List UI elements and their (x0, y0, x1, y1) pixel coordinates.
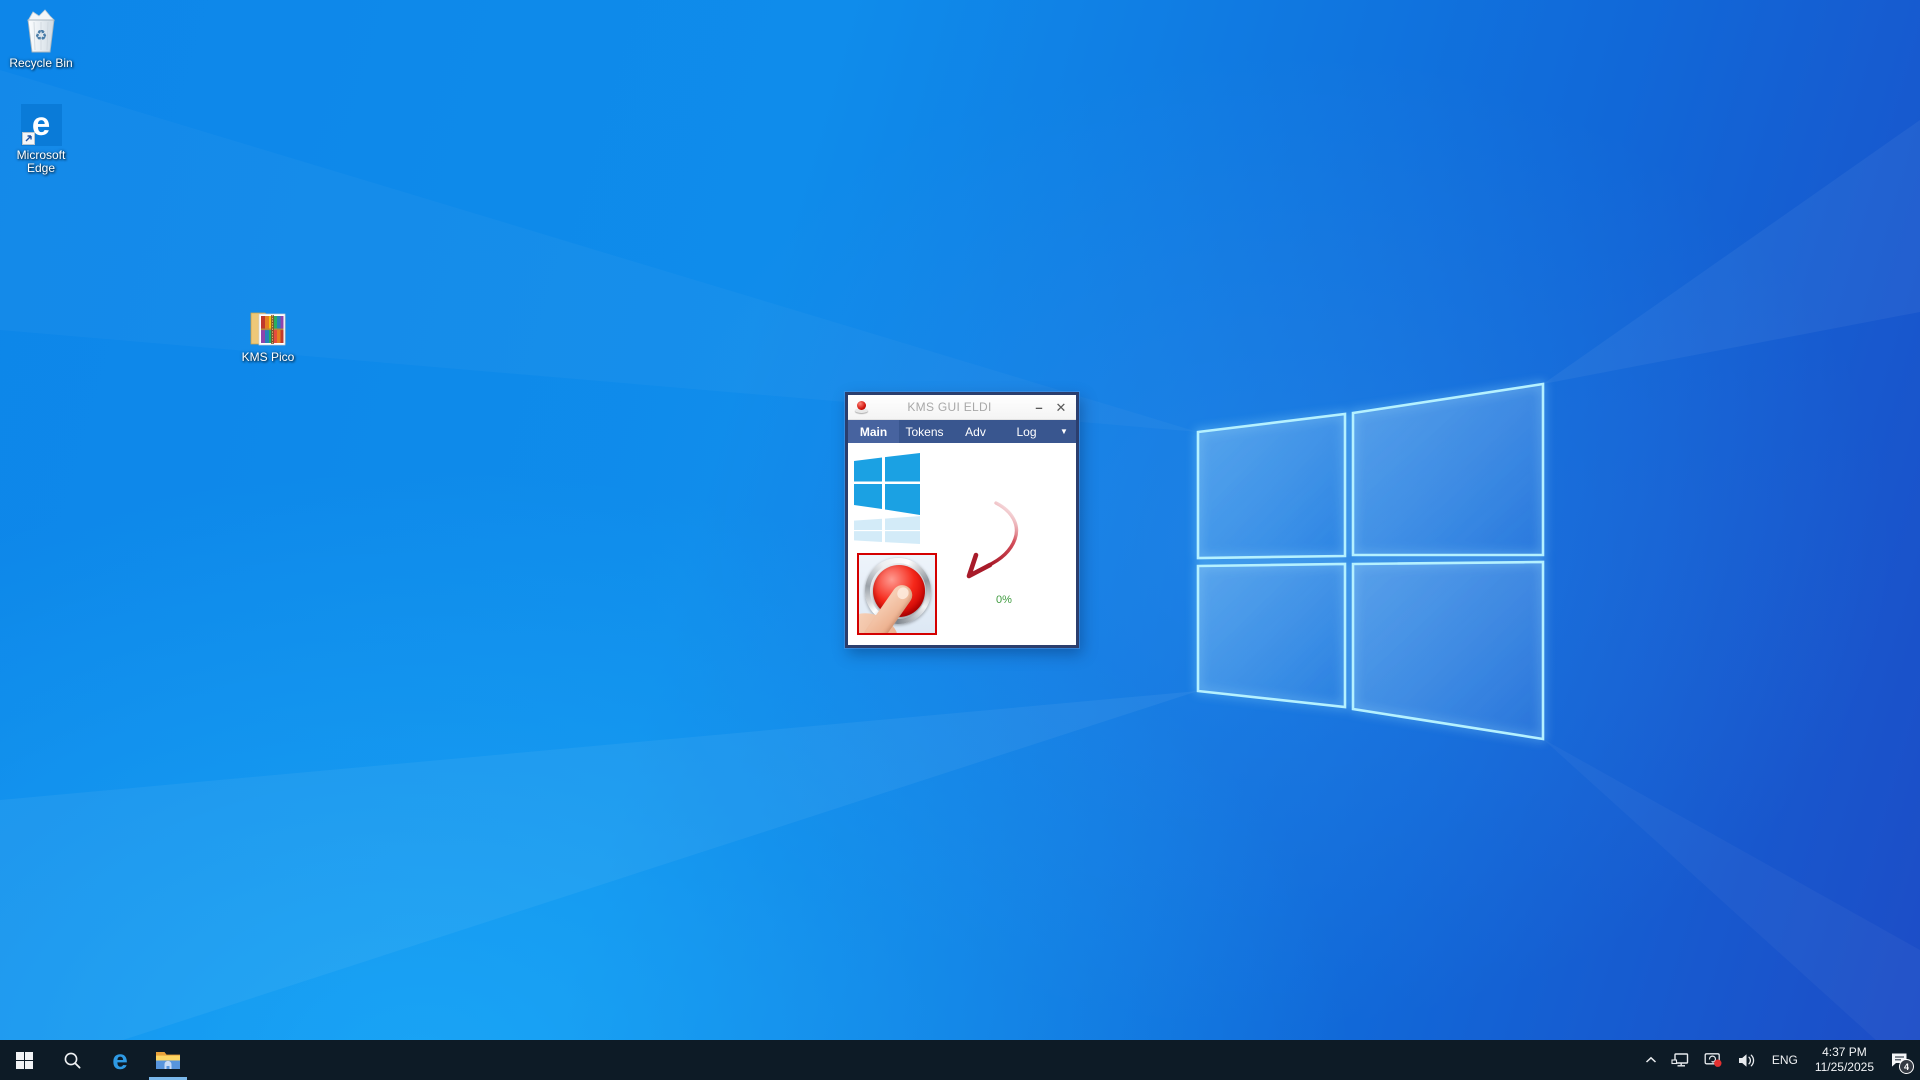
chevron-down-icon[interactable]: ▼ (1052, 420, 1076, 443)
desktop-icon-recycle-bin[interactable]: ♻ Recycle Bin (2, 8, 80, 70)
volume-tray-button[interactable] (1730, 1040, 1763, 1080)
tab-tokens[interactable]: Tokens (899, 420, 950, 443)
window-tabbar: Main Tokens Adv Log ▼ (848, 420, 1076, 443)
speaker-icon (1737, 1053, 1756, 1068)
windows-start-icon (16, 1052, 33, 1069)
action-center-button[interactable]: 4 (1882, 1040, 1920, 1080)
kmspico-app-icon (855, 401, 868, 413)
search-button[interactable] (48, 1040, 96, 1080)
network-ethernet-icon (1671, 1052, 1690, 1068)
network-tray-button[interactable] (1664, 1040, 1697, 1080)
search-icon (63, 1051, 82, 1070)
file-explorer-icon (155, 1049, 181, 1071)
screen-record-tray-button[interactable] (1697, 1040, 1730, 1080)
progress-percentage: 0% (996, 594, 1012, 606)
windows-logo-wallpaper (1198, 384, 1543, 739)
desktop-icon-kms-pico[interactable]: KMS Pico (229, 306, 307, 364)
close-button[interactable]: ✕ (1053, 401, 1069, 414)
shortcut-arrow-icon (22, 132, 35, 145)
chevron-up-icon (1645, 1056, 1657, 1064)
kms-gui-eldi-window: KMS GUI ELDI – ✕ Main Tokens Adv Log ▼ (845, 392, 1079, 648)
desktop-icon-label: KMS Pico (242, 351, 295, 364)
window-content: 0% (848, 443, 1076, 644)
clock[interactable]: 4:37 PM 11/25/2025 (1807, 1040, 1882, 1080)
tab-adv[interactable]: Adv (950, 420, 1001, 443)
language-indicator[interactable]: ENG (1763, 1040, 1807, 1080)
red-activation-button[interactable] (857, 553, 937, 635)
window-title: KMS GUI ELDI (868, 400, 1031, 414)
windows-logo-graphic (854, 453, 922, 545)
edge-tile: e (21, 104, 62, 146)
screen-record-icon (1704, 1052, 1723, 1068)
clock-time: 4:37 PM (1822, 1045, 1867, 1060)
svg-text:♻: ♻ (35, 28, 48, 44)
taskbar-edge-button[interactable]: e (96, 1040, 144, 1080)
red-arrow-annotation (954, 499, 1026, 591)
notification-count-badge: 4 (1899, 1059, 1914, 1074)
window-titlebar[interactable]: KMS GUI ELDI – ✕ (848, 395, 1076, 420)
desktop-icon-microsoft-edge[interactable]: e Microsoft Edge (2, 104, 80, 175)
desktop-icon-label: Microsoft Edge (6, 149, 76, 175)
tab-log[interactable]: Log (1001, 420, 1052, 443)
edge-icon: e (112, 1046, 128, 1074)
taskbar: e (0, 1040, 1920, 1080)
start-button[interactable] (0, 1040, 48, 1080)
desktop-icon-label: Recycle Bin (9, 57, 72, 70)
edge-logo-icon: e (32, 109, 50, 139)
minimize-button[interactable]: – (1031, 401, 1047, 414)
winrar-archive-icon (246, 306, 290, 348)
taskbar-file-explorer-button[interactable] (144, 1040, 192, 1080)
recycle-bin-icon: ♻ (21, 8, 61, 54)
show-hidden-icons-button[interactable] (1638, 1040, 1664, 1080)
system-tray: ENG 4:37 PM 11/25/2025 4 (1638, 1040, 1920, 1080)
desktop: ♻ Recycle Bin e Microsoft Edge (0, 0, 1920, 1080)
tab-main[interactable]: Main (848, 420, 899, 443)
clock-date: 11/25/2025 (1815, 1060, 1874, 1075)
